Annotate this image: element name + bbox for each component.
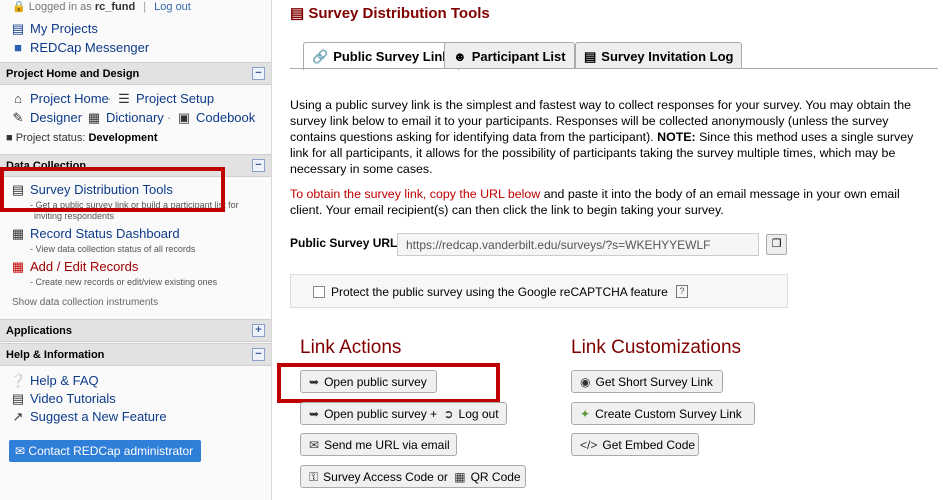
book-icon: ▦ [87,110,101,125]
share-arrow-icon: ➥ [309,375,320,389]
project-home-link[interactable]: ⌂ Project Home [10,91,109,106]
users-icon: ☻ [453,49,467,64]
messenger-link[interactable]: ■ REDCap Messenger [10,40,149,55]
short-link-button[interactable]: ◉ Get Short Survey Link [571,370,723,393]
status-value: Development [88,132,158,144]
copy-icon: ❐ [771,238,782,250]
add-edit-records-link[interactable]: ▦ Add / Edit Records [10,259,139,275]
my-projects-link[interactable]: ▤ My Projects [10,21,98,37]
qr-code-icon: ▦ [454,470,466,484]
edit-icon: ✎ [12,110,24,125]
tab-public-survey-link[interactable]: 🔗 Public Survey Link [303,42,459,70]
dictionary-link[interactable]: ▦ Dictionary [86,110,164,126]
tab-participant-list[interactable]: ☻ Participant List [444,42,575,69]
codebook-icon: ▣ [177,110,191,125]
project-status: ■ Project status: Development [6,132,158,144]
collapse-toggle[interactable]: − [252,67,265,80]
section-help: Help & Information − [0,343,271,366]
envelope-icon: ✉ [15,444,26,458]
home-icon: ⌂ [14,91,22,106]
survey-icon: ▤ [290,5,305,22]
list-icon: ▤ [11,21,25,36]
copy-url-button[interactable]: ❐ [766,234,787,255]
access-code-qr-button[interactable]: ⚿ Survey Access Code or ▦ QR Code [300,465,526,488]
question-icon: ❔ [10,373,27,388]
captcha-panel: Protect the public survey using the Goog… [290,274,788,308]
envelope-icon: ✉ [309,438,320,452]
grid-icon: ▦ [11,226,25,241]
captcha-label: Protect the public survey using the Goog… [331,285,668,299]
username: rc_fund [94,1,136,13]
survey-tools-description: - Get a public survey link or build a pa… [30,200,239,210]
expand-toggle[interactable]: + [252,324,265,337]
add-edit-description: - Create new records or edit/view existi… [30,277,218,287]
show-instruments-link[interactable]: Show data collection instruments [12,297,158,308]
embed-code-button[interactable]: </> Get Embed Code [571,433,699,456]
document-icon: ▦ [11,259,25,274]
help-faq-link[interactable]: ❔ Help & FAQ [10,373,99,389]
intro-paragraph: Using a public survey link is the simple… [290,98,914,176]
checklist-icon: ☰ [118,91,130,106]
sidebar: 🔒 Logged in as rc_fund | Log out ▤ My Pro… [0,0,272,500]
section-data-collection: Data Collection − [0,154,271,177]
video-tutorials-link[interactable]: ▤ Video Tutorials [10,391,116,407]
wand-icon: ✦ [580,407,591,421]
captcha-checkbox[interactable] [313,286,325,298]
share-arrow-icon: ➥ [309,407,320,421]
project-setup-link[interactable]: ☰ Project Setup [116,91,214,107]
page-title: ▤ Survey Distribution Tools [290,5,490,22]
contact-admin-button[interactable]: ✉ Contact REDCap administrator [9,440,201,462]
logout-icon: ➲ [443,407,454,421]
instructions-paragraph: To obtain the survey link, copy the URL … [290,187,900,217]
code-icon: </> [580,438,598,452]
video-icon: ▤ [11,391,25,406]
public-url-input[interactable] [397,233,759,256]
record-status-description: - View data collection status of all rec… [30,244,196,254]
public-url-label: Public Survey URL: [290,236,402,250]
open-public-survey-button[interactable]: ➥ Open public survey [300,370,437,393]
codebook-link[interactable]: ▣ Codebook [176,110,255,126]
help-icon[interactable]: ? [676,285,688,298]
link-icon: 🔗 [312,49,329,64]
eye-icon: ◉ [580,375,591,389]
open-survey-logout-button[interactable]: ➥ Open public survey + ➲ Log out [300,402,507,425]
link-customizations-heading: Link Customizations [571,337,742,358]
collapse-toggle[interactable]: − [252,159,265,172]
tab-survey-invitation-log[interactable]: ▤ Survey Invitation Log [575,42,743,69]
section-applications: Applications + [0,319,271,342]
chat-icon: ■ [14,40,22,55]
record-status-link[interactable]: ▦ Record Status Dashboard [10,226,180,242]
lock-icon: 🔒 [12,1,26,13]
status-square-icon: ■ [6,132,13,144]
login-status: 🔒 Logged in as rc_fund | Log out [12,1,191,13]
tabs-divider [290,68,938,69]
logout-link[interactable]: Log out [154,1,191,13]
share-icon: ↗ [12,409,24,424]
survey-icon: ▤ [11,182,25,197]
log-icon: ▤ [584,49,597,64]
key-icon: ⚿ [309,470,319,484]
survey-distribution-link[interactable]: ▤ Survey Distribution Tools [10,182,173,198]
designer-link[interactable]: ✎ Designer [10,110,82,126]
collapse-toggle[interactable]: − [252,348,265,361]
link-actions-heading: Link Actions [300,337,402,358]
custom-link-button[interactable]: ✦ Create Custom Survey Link [571,402,755,425]
send-url-email-button[interactable]: ✉ Send me URL via email [300,433,457,456]
suggest-feature-link[interactable]: ↗ Suggest a New Feature [10,409,167,425]
section-project-home: Project Home and Design − [0,62,271,85]
